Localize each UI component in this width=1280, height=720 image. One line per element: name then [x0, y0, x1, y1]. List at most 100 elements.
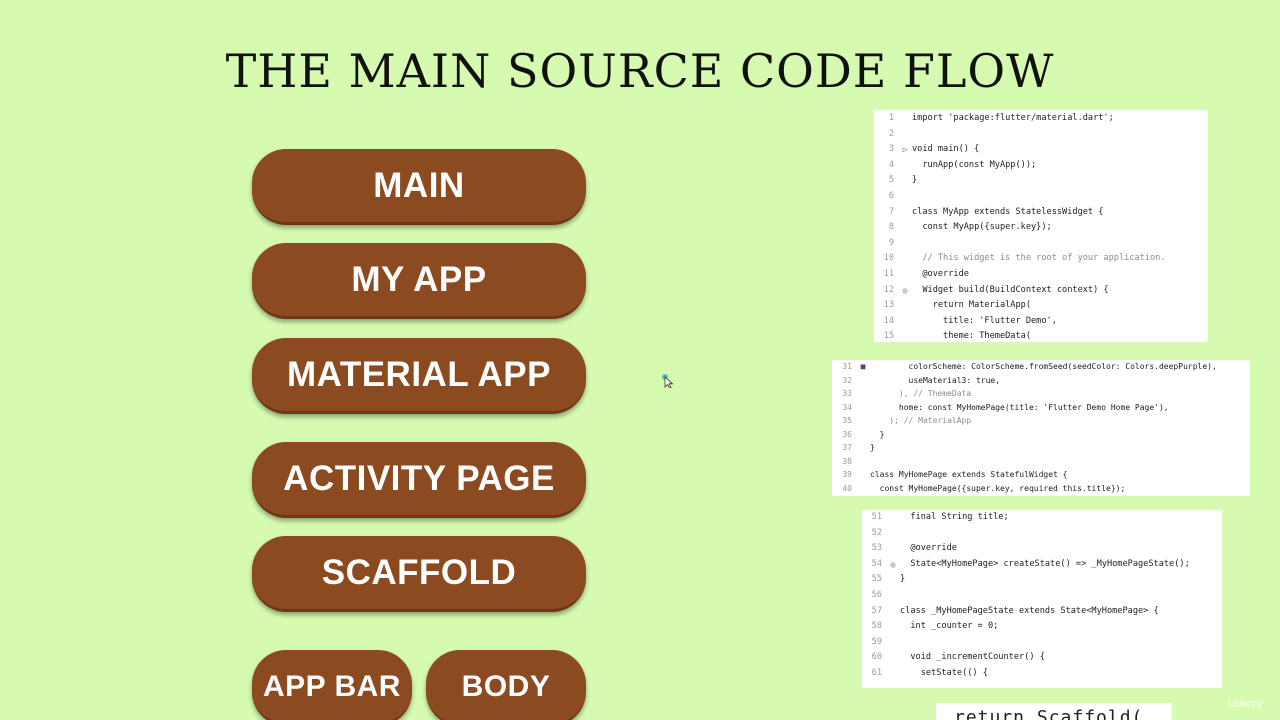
- gutter-icon: [898, 329, 912, 342]
- code-line: 54 ◎ State<MyHomePage> createState() => _…: [862, 557, 1222, 573]
- line-number: 37: [842, 443, 852, 452]
- code-panel-main: 1 import 'package:flutter/material.dart';…: [874, 110, 1208, 342]
- gutter-icon: [886, 604, 900, 620]
- gutter-icon: [856, 468, 870, 482]
- gutter-icon: ◎: [890, 559, 896, 569]
- scaffold-button[interactable]: SCAFFOLD: [252, 536, 586, 612]
- code-text: }: [870, 429, 885, 439]
- activity-page-button[interactable]: ACTIVITY PAGE: [252, 442, 586, 518]
- code-text: runApp(const MyApp());: [912, 159, 1037, 170]
- line-number: 8: [888, 222, 894, 233]
- line-number: 12: [883, 284, 894, 295]
- line-number: 32: [842, 375, 852, 385]
- gutter-icon: [886, 635, 900, 651]
- code-text: ); // MaterialApp: [870, 416, 972, 425]
- gutter-icon: [898, 298, 912, 314]
- code-line: 39 class MyHomePage extends StatefulWidge…: [832, 468, 1250, 482]
- code-line: 2: [874, 127, 1208, 143]
- code-text: final String title;: [900, 512, 1009, 522]
- code-line: 59: [862, 635, 1222, 651]
- gutter-icon: [856, 401, 870, 415]
- line-number: 39: [842, 470, 852, 479]
- line-number: 4: [888, 159, 894, 170]
- gutter-icon: [886, 619, 900, 635]
- code-text: setState(() {: [900, 667, 988, 678]
- code-text: }: [900, 574, 906, 585]
- line-number: 13: [883, 300, 894, 311]
- gutter-icon: [898, 251, 912, 267]
- gutter-icon: ◎: [902, 285, 908, 295]
- line-number: 59: [871, 636, 882, 647]
- gutter-icon: ▷: [902, 145, 908, 155]
- line-number: 3: [888, 144, 894, 155]
- line-number: 9: [888, 237, 894, 248]
- line-number: 31: [842, 362, 852, 371]
- code-line: 33 ), // ThemeData: [832, 387, 1250, 401]
- material-app-button[interactable]: MATERIAL APP: [252, 338, 586, 414]
- code-line: 8 const MyApp({super.key});: [874, 220, 1208, 236]
- code-text: const MyHomePage({super.key, required th…: [870, 483, 1126, 493]
- gutter-icon: [886, 572, 900, 588]
- body-button[interactable]: BODY: [426, 650, 586, 720]
- code-text: // This widget is the root of your appli…: [912, 253, 1166, 264]
- main-button[interactable]: MAIN: [252, 149, 586, 225]
- slide-title: THE MAIN SOURCE CODE FLOW: [225, 44, 1055, 98]
- gutter-icon: [856, 482, 870, 496]
- line-number: 60: [871, 652, 882, 663]
- line-number: 7: [888, 206, 894, 217]
- my-app-button[interactable]: MY APP: [252, 243, 586, 319]
- gutter-icon: [886, 666, 900, 682]
- line-number: 2: [888, 128, 894, 139]
- line-number: 15: [883, 331, 894, 342]
- gutter-icon: [898, 173, 912, 189]
- code-line: 12 ◎ Widget build(BuildContext context) {: [874, 283, 1208, 299]
- gutter-icon: [898, 189, 912, 205]
- line-number: 57: [871, 605, 882, 616]
- code-text: home: const MyHomePage(title: 'Flutter D…: [870, 402, 1169, 412]
- code-panel-state: 51 final String title; 52 53 @override 54 ◎ …: [862, 510, 1222, 688]
- code-text: Widget build(BuildContext context) {: [912, 284, 1109, 295]
- mouse-cursor-icon: [662, 374, 674, 388]
- code-line: 58 int _counter = 0;: [862, 619, 1222, 635]
- gutter-icon: [856, 455, 870, 469]
- gutter-icon: [886, 588, 900, 604]
- code-line: 38: [832, 455, 1250, 469]
- code-text: void _incrementCounter() {: [900, 652, 1045, 663]
- code-line: 61 setState(() {: [862, 666, 1222, 682]
- gutter-icon: [898, 158, 912, 174]
- line-number: 55: [871, 574, 882, 585]
- code-line: 60 void _incrementCounter() {: [862, 650, 1222, 666]
- code-line: 55}: [862, 572, 1222, 588]
- code-text: class MyHomePage extends StatefulWidget …: [870, 470, 1068, 479]
- code-line: 51 final String title;: [862, 510, 1222, 526]
- gutter-icon: [886, 526, 900, 542]
- code-line: 9: [874, 236, 1208, 252]
- code-line: 56: [862, 588, 1222, 604]
- gutter-icon: [856, 387, 870, 401]
- code-line: 31 ■ colorScheme: ColorScheme.fromSeed(se…: [832, 360, 1250, 374]
- code-line: 4 runApp(const MyApp());: [874, 158, 1208, 174]
- gutter-icon: [856, 441, 870, 455]
- code-line: 11 @override: [874, 267, 1208, 283]
- udemy-watermark: Udemy: [1228, 698, 1263, 710]
- code-line: 53 @override: [862, 541, 1222, 557]
- gutter-icon: ■: [860, 362, 866, 371]
- gutter-icon: [856, 414, 870, 428]
- line-number: 61: [871, 667, 882, 678]
- code-text: colorScheme: ColorScheme.fromSeed(seedCo…: [870, 362, 1217, 371]
- code-text: void main() {: [912, 144, 980, 155]
- line-number: 58: [871, 621, 882, 632]
- app-bar-button[interactable]: APP BAR: [252, 650, 412, 720]
- line-number: 51: [871, 512, 882, 522]
- code-line: 35 ); // MaterialApp: [832, 414, 1250, 428]
- gutter-icon: [898, 236, 912, 252]
- line-number: 35: [842, 416, 852, 425]
- code-text: class MyApp extends StatelessWidget {: [912, 206, 1104, 217]
- code-panel-theme: 31 ■ colorScheme: ColorScheme.fromSeed(se…: [832, 360, 1250, 496]
- line-number: 38: [842, 456, 852, 466]
